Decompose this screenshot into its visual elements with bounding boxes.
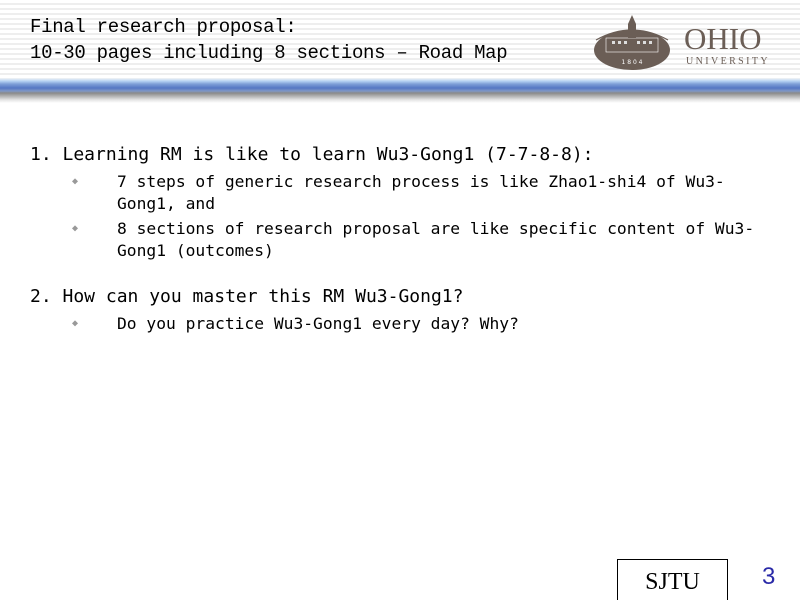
- list-item-2: 2. How can you master this RM Wu3-Gong1?: [30, 286, 464, 307]
- sub-bullet: ◆ Do you practice Wu3-Gong1 every day? Wh…: [30, 313, 770, 335]
- slide-header: Final research proposal: 10-30 pages inc…: [0, 0, 800, 78]
- ohio-university-logo: 1 8 0 4 OHIO UNIVERSITY: [594, 15, 770, 70]
- page-number: 3: [762, 563, 776, 590]
- diamond-bullet-icon: ◆: [72, 318, 79, 329]
- logo-name: OHIO: [684, 21, 762, 56]
- list-item-1: 1. Learning RM is like to learn Wu3-Gong…: [30, 144, 594, 165]
- sjtu-label-box: SJTU: [617, 559, 728, 600]
- slide-body: 1. Learning RM is like to learn Wu3-Gong…: [30, 142, 770, 337]
- sub-bullet-text: 7 steps of generic research process is l…: [117, 172, 725, 213]
- title-line-2: 10-30 pages including 8 sections – Road …: [30, 42, 508, 64]
- diamond-bullet-icon: ◆: [72, 176, 79, 187]
- sub-bullet-text: 8 sections of research proposal are like…: [117, 219, 755, 260]
- logo-year: 1 8 0 4: [622, 59, 643, 66]
- sub-bullet: ◆ 8 sections of research proposal are lik…: [30, 218, 770, 262]
- sub-bullet-text: Do you practice Wu3-Gong1 every day? Why…: [117, 314, 519, 333]
- header-divider-bar: [0, 78, 800, 103]
- diamond-bullet-icon: ◆: [72, 223, 79, 234]
- logo-sub: UNIVERSITY: [686, 56, 770, 67]
- slide-title: Final research proposal: 10-30 pages inc…: [30, 14, 508, 66]
- title-line-1: Final research proposal:: [30, 16, 297, 38]
- sub-bullet: ◆ 7 steps of generic research process is …: [30, 171, 770, 215]
